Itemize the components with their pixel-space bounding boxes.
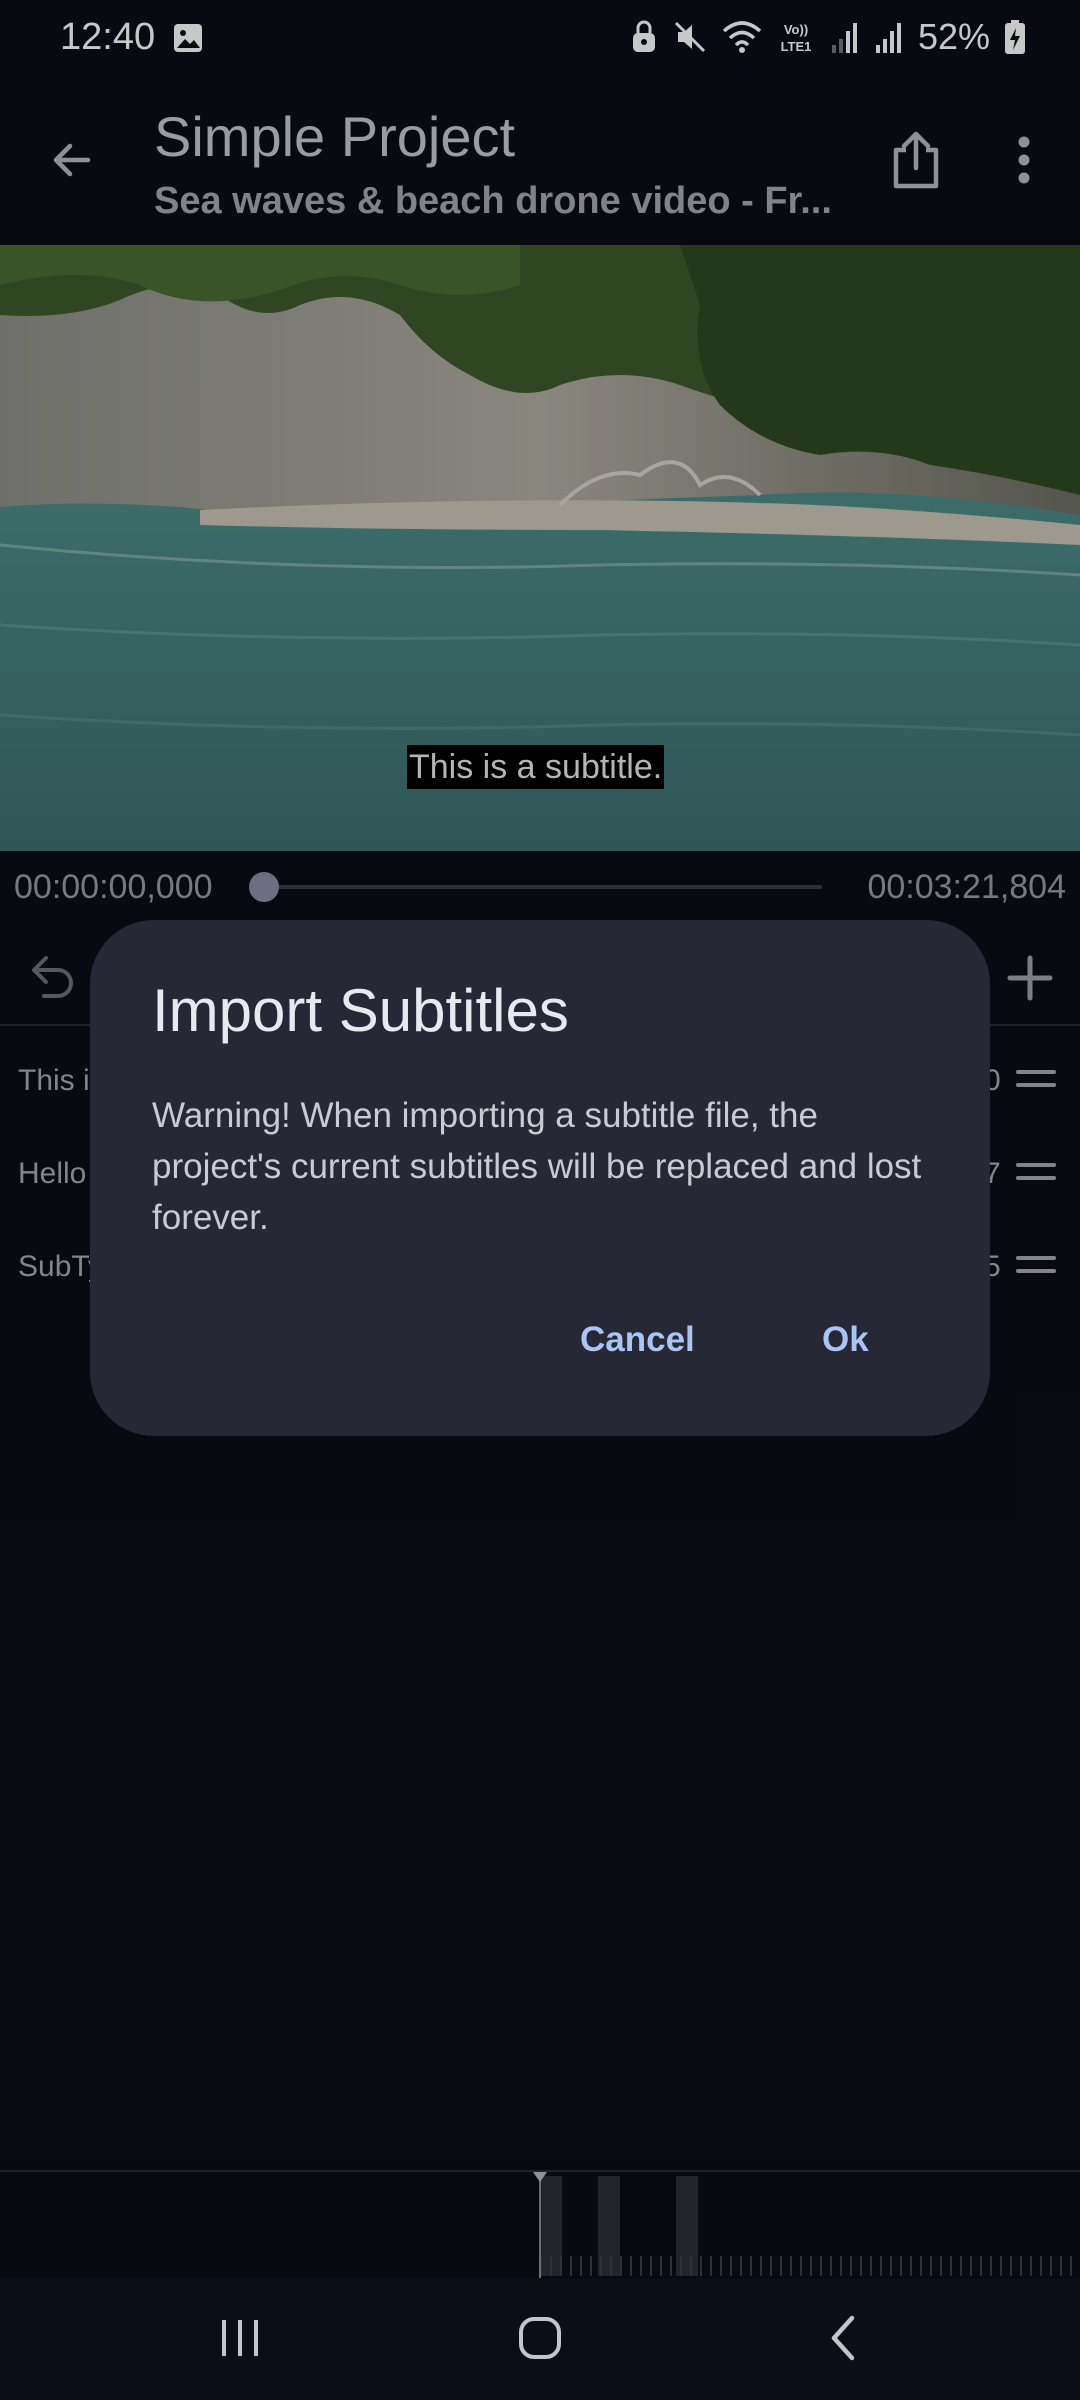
recents-icon: [222, 2320, 258, 2356]
back-icon: [831, 2315, 855, 2361]
screen: 12:40 Vo)) LTE1 52% Simple Project Sea w…: [0, 0, 1080, 2400]
home-icon: [519, 2317, 561, 2359]
import-subtitles-dialog: Import Subtitles Warning! When importing…: [90, 920, 990, 1436]
home-button[interactable]: [500, 2308, 580, 2368]
navigation-bar: [0, 2278, 1080, 2400]
dialog-title: Import Subtitles: [152, 977, 569, 1044]
nav-back-button[interactable]: [804, 2308, 884, 2368]
cancel-button[interactable]: Cancel: [580, 1310, 695, 1370]
ok-button[interactable]: Ok: [822, 1310, 869, 1370]
recents-button[interactable]: [200, 2308, 280, 2368]
dialog-message: Warning! When importing a subtitle file,…: [152, 1096, 922, 1237]
